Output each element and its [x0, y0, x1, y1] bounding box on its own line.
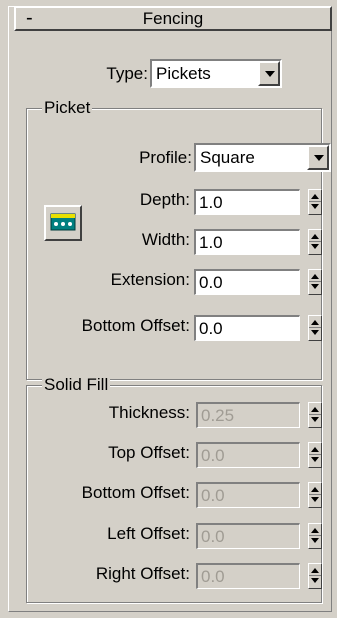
picket-bottom-offset-label: Bottom Offset: — [81, 316, 190, 335]
top-offset-label: Top Offset: — [108, 443, 190, 462]
width-field[interactable]: 1.0 — [194, 229, 300, 255]
right-offset-label: Right Offset: — [95, 564, 190, 583]
spinner-down-icon[interactable] — [311, 204, 319, 209]
right-offset-spinner[interactable] — [308, 563, 322, 589]
width-value: 1.0 — [199, 233, 223, 252]
spinner-up-icon[interactable] — [311, 320, 319, 325]
chevron-down-icon[interactable] — [258, 61, 280, 86]
top-offset-spinner[interactable] — [308, 442, 322, 468]
solid-bottom-offset-spinner[interactable] — [308, 482, 322, 508]
top-offset-value: 0.0 — [201, 446, 225, 465]
spinner-down-icon[interactable] — [311, 330, 319, 335]
right-offset-field[interactable]: 0.0 — [196, 563, 300, 589]
type-label: Type: — [106, 64, 148, 83]
left-offset-value: 0.0 — [201, 527, 225, 546]
picket-pick-icon-graphic — [50, 213, 76, 231]
extension-field[interactable]: 0.0 — [194, 269, 300, 295]
depth-field[interactable]: 1.0 — [194, 189, 300, 215]
solid-fill-group-title: Solid Fill — [42, 375, 111, 394]
chevron-down-icon[interactable] — [307, 145, 329, 170]
spinner-down-icon[interactable] — [311, 244, 319, 249]
spinner-up-icon[interactable] — [311, 528, 319, 533]
thickness-field[interactable]: 0.25 — [196, 402, 300, 428]
spinner-up-icon[interactable] — [311, 568, 319, 573]
profile-dropdown-value: Square — [200, 148, 255, 167]
spinner-up-icon[interactable] — [311, 194, 319, 199]
picket-group-title: Picket — [42, 98, 93, 117]
type-dropdown[interactable]: Pickets — [150, 59, 282, 88]
left-offset-label: Left Offset: — [107, 524, 190, 543]
fencing-rollout-header[interactable]: - Fencing — [14, 6, 332, 31]
spinner-down-icon[interactable] — [311, 497, 319, 502]
spinner-up-icon[interactable] — [311, 234, 319, 239]
left-offset-field[interactable]: 0.0 — [196, 523, 300, 549]
solid-bottom-offset-label: Bottom Offset: — [81, 483, 190, 502]
thickness-label: Thickness: — [108, 403, 190, 422]
thickness-value: 0.25 — [201, 406, 235, 425]
right-offset-value: 0.0 — [201, 567, 225, 586]
spinner-down-icon[interactable] — [311, 284, 319, 289]
spinner-down-icon[interactable] — [311, 538, 319, 543]
depth-label: Depth: — [139, 190, 190, 209]
spinner-up-icon[interactable] — [311, 447, 319, 452]
depth-spinner[interactable] — [308, 189, 322, 215]
spinner-down-icon[interactable] — [311, 457, 319, 462]
extension-spinner[interactable] — [308, 269, 322, 295]
left-offset-spinner[interactable] — [308, 523, 322, 549]
thickness-spinner[interactable] — [308, 402, 322, 428]
spinner-down-icon[interactable] — [311, 578, 319, 583]
width-label: Width: — [141, 230, 190, 249]
picket-bottom-offset-value: 0.0 — [199, 319, 223, 338]
spinner-down-icon[interactable] — [311, 417, 319, 422]
spinner-up-icon[interactable] — [311, 407, 319, 412]
rollout-title: Fencing — [142, 9, 204, 28]
profile-label: Profile: — [139, 148, 192, 167]
picket-bottom-offset-spinner[interactable] — [308, 315, 322, 341]
solid-bottom-offset-field[interactable]: 0.0 — [196, 482, 300, 508]
profile-dropdown[interactable]: Square — [194, 143, 331, 172]
width-spinner[interactable] — [308, 229, 322, 255]
spinner-up-icon[interactable] — [311, 274, 319, 279]
spinner-up-icon[interactable] — [311, 487, 319, 492]
extension-value: 0.0 — [199, 273, 223, 292]
picket-pick-icon[interactable] — [44, 205, 82, 241]
depth-value: 1.0 — [199, 193, 223, 212]
picket-bottom-offset-field[interactable]: 0.0 — [194, 315, 300, 341]
extension-label: Extension: — [110, 270, 190, 289]
top-offset-field[interactable]: 0.0 — [196, 442, 300, 468]
solid-bottom-offset-value: 0.0 — [201, 486, 225, 505]
type-dropdown-value: Pickets — [156, 64, 211, 83]
